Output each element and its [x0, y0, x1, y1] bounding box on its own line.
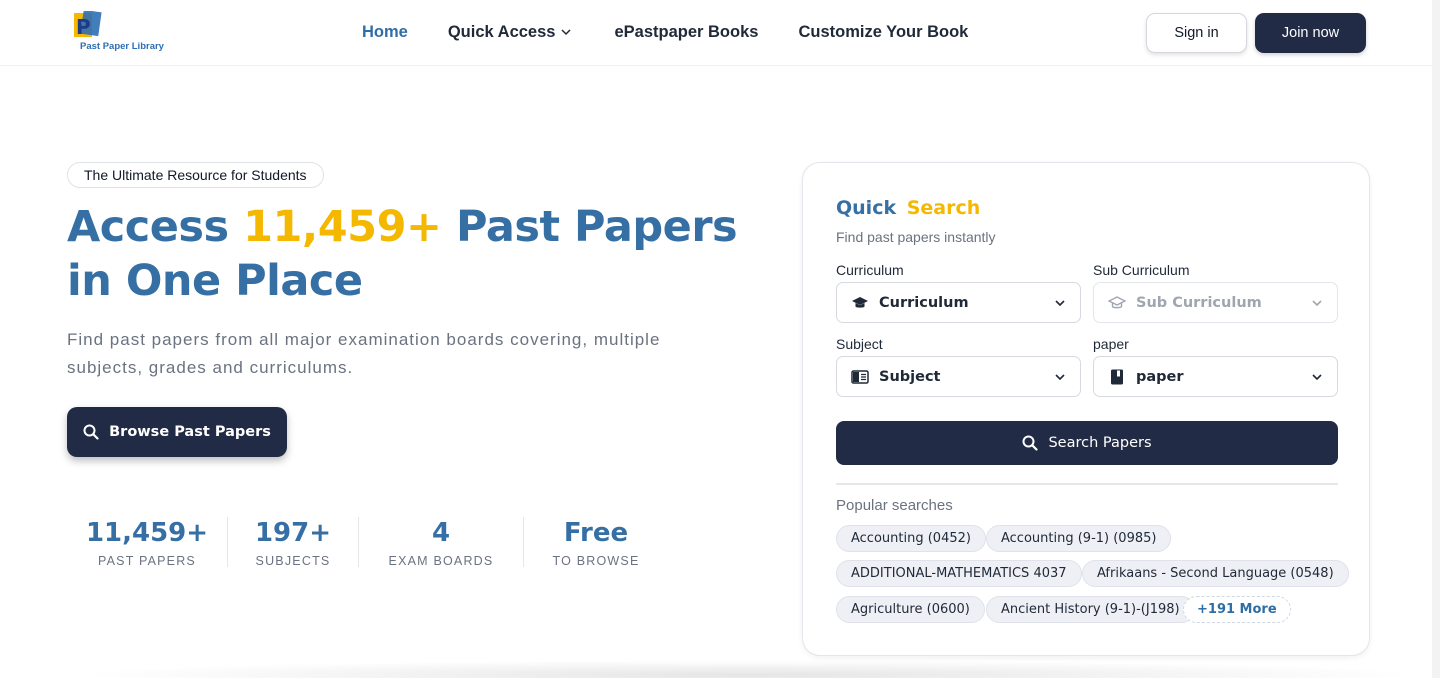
divider	[836, 483, 1338, 485]
search-papers-button[interactable]: Search Papers	[836, 421, 1338, 465]
main-nav: Home Quick Access ePastpaper Books Custo…	[362, 21, 968, 43]
popular-search-chip[interactable]: Agriculture (0600)	[836, 596, 985, 623]
popular-search-chip[interactable]: Ancient History (9-1)-(J198)	[986, 596, 1195, 623]
stat-label: EXAM BOARDS	[388, 554, 494, 568]
title-part-b: Search	[906, 197, 981, 219]
quick-search-title: Quick Search	[836, 197, 980, 219]
stat-label: PAST PAPERS	[98, 554, 196, 568]
popular-search-chip[interactable]: Accounting (9-1) (0985)	[986, 525, 1172, 552]
stat-free: Free TO BROWSE	[523, 517, 668, 568]
subject-value: Subject	[879, 368, 941, 385]
graduation-cap-icon	[1108, 295, 1126, 308]
sub-curriculum-value: Sub Curriculum	[1136, 294, 1262, 311]
subject-label: Subject	[836, 336, 883, 352]
nav-quick-access-label: Quick Access	[447, 22, 556, 41]
book-open-icon	[851, 369, 869, 384]
title-part-a: Quick	[836, 197, 897, 219]
book-icon	[1111, 369, 1123, 384]
join-now-button[interactable]: Join now	[1255, 13, 1366, 53]
stats-row: 11,459+ PAST PAPERS 197+ SUBJECTS 4 EXAM…	[67, 517, 668, 568]
search-icon	[83, 424, 99, 440]
logo-text: Past Paper Library	[80, 41, 164, 52]
chevron-down-icon	[561, 29, 571, 36]
stat-subjects: 197+ SUBJECTS	[227, 517, 358, 568]
more-searches-button[interactable]: +191 More	[1183, 596, 1291, 623]
chevron-down-icon	[1055, 374, 1065, 381]
hero-description: Find past papers from all major examinat…	[67, 330, 661, 377]
top-navbar: P Past Paper Library Home Quick Access e…	[0, 0, 1432, 66]
sub-curriculum-label: Sub Curriculum	[1093, 262, 1190, 278]
nav-quick-access[interactable]: Quick Access	[448, 23, 573, 42]
nav-customize-book[interactable]: Customize Your Book	[798, 23, 968, 42]
sign-in-button[interactable]: Sign in	[1146, 13, 1247, 53]
stat-label: SUBJECTS	[255, 554, 331, 568]
scrollbar[interactable]	[1432, 0, 1440, 678]
search-icon	[1022, 435, 1039, 451]
stat-value: 4	[431, 518, 451, 548]
hero-title: Access 11,459+ Past Papers in One Place	[67, 200, 747, 308]
hero-title-pre: Access	[67, 202, 244, 252]
quick-search-card: Quick Search Find past papers instantly …	[802, 162, 1370, 656]
quick-search-subtitle: Find past papers instantly	[836, 229, 996, 245]
hero-title-count: 11,459+	[243, 202, 442, 252]
stat-label: TO BROWSE	[552, 554, 640, 568]
chevron-down-icon	[1312, 300, 1322, 307]
section-shadow	[70, 660, 1430, 678]
tagline-badge: The Ultimate Resource for Students	[67, 162, 324, 188]
graduation-cap-icon	[852, 296, 868, 308]
stat-value: 11,459+	[85, 518, 209, 548]
stat-past-papers: 11,459+ PAST PAPERS	[67, 517, 227, 568]
popular-searches-label: Popular searches	[836, 497, 953, 514]
nav-home[interactable]: Home	[362, 23, 408, 42]
chevron-down-icon	[1055, 300, 1065, 307]
subject-select[interactable]: Subject	[836, 356, 1081, 397]
svg-text:P: P	[76, 15, 91, 39]
popular-search-chip[interactable]: ADDITIONAL-MATHEMATICS 4037	[836, 560, 1082, 587]
curriculum-label: Curriculum	[836, 262, 904, 278]
logo[interactable]: P Past Paper Library	[72, 11, 182, 55]
paper-value: paper	[1136, 368, 1184, 385]
nav-epastpaper-books[interactable]: ePastpaper Books	[614, 23, 758, 42]
sub-curriculum-select[interactable]: Sub Curriculum	[1093, 282, 1338, 323]
paper-select[interactable]: paper	[1093, 356, 1338, 397]
stat-value: Free	[563, 518, 629, 548]
stat-exam-boards: 4 EXAM BOARDS	[358, 517, 523, 568]
popular-search-chip[interactable]: Afrikaans - Second Language (0548)	[1082, 560, 1349, 587]
curriculum-select[interactable]: Curriculum	[836, 282, 1081, 323]
search-papers-label: Search Papers	[1048, 435, 1152, 451]
popular-search-chip[interactable]: Accounting (0452)	[836, 525, 986, 552]
curriculum-value: Curriculum	[879, 294, 969, 311]
browse-past-papers-button[interactable]: Browse Past Papers	[67, 407, 287, 457]
stat-value: 197+	[254, 518, 332, 548]
browse-label: Browse Past Papers	[109, 424, 271, 440]
paper-label: paper	[1093, 336, 1129, 352]
chevron-down-icon	[1312, 374, 1322, 381]
